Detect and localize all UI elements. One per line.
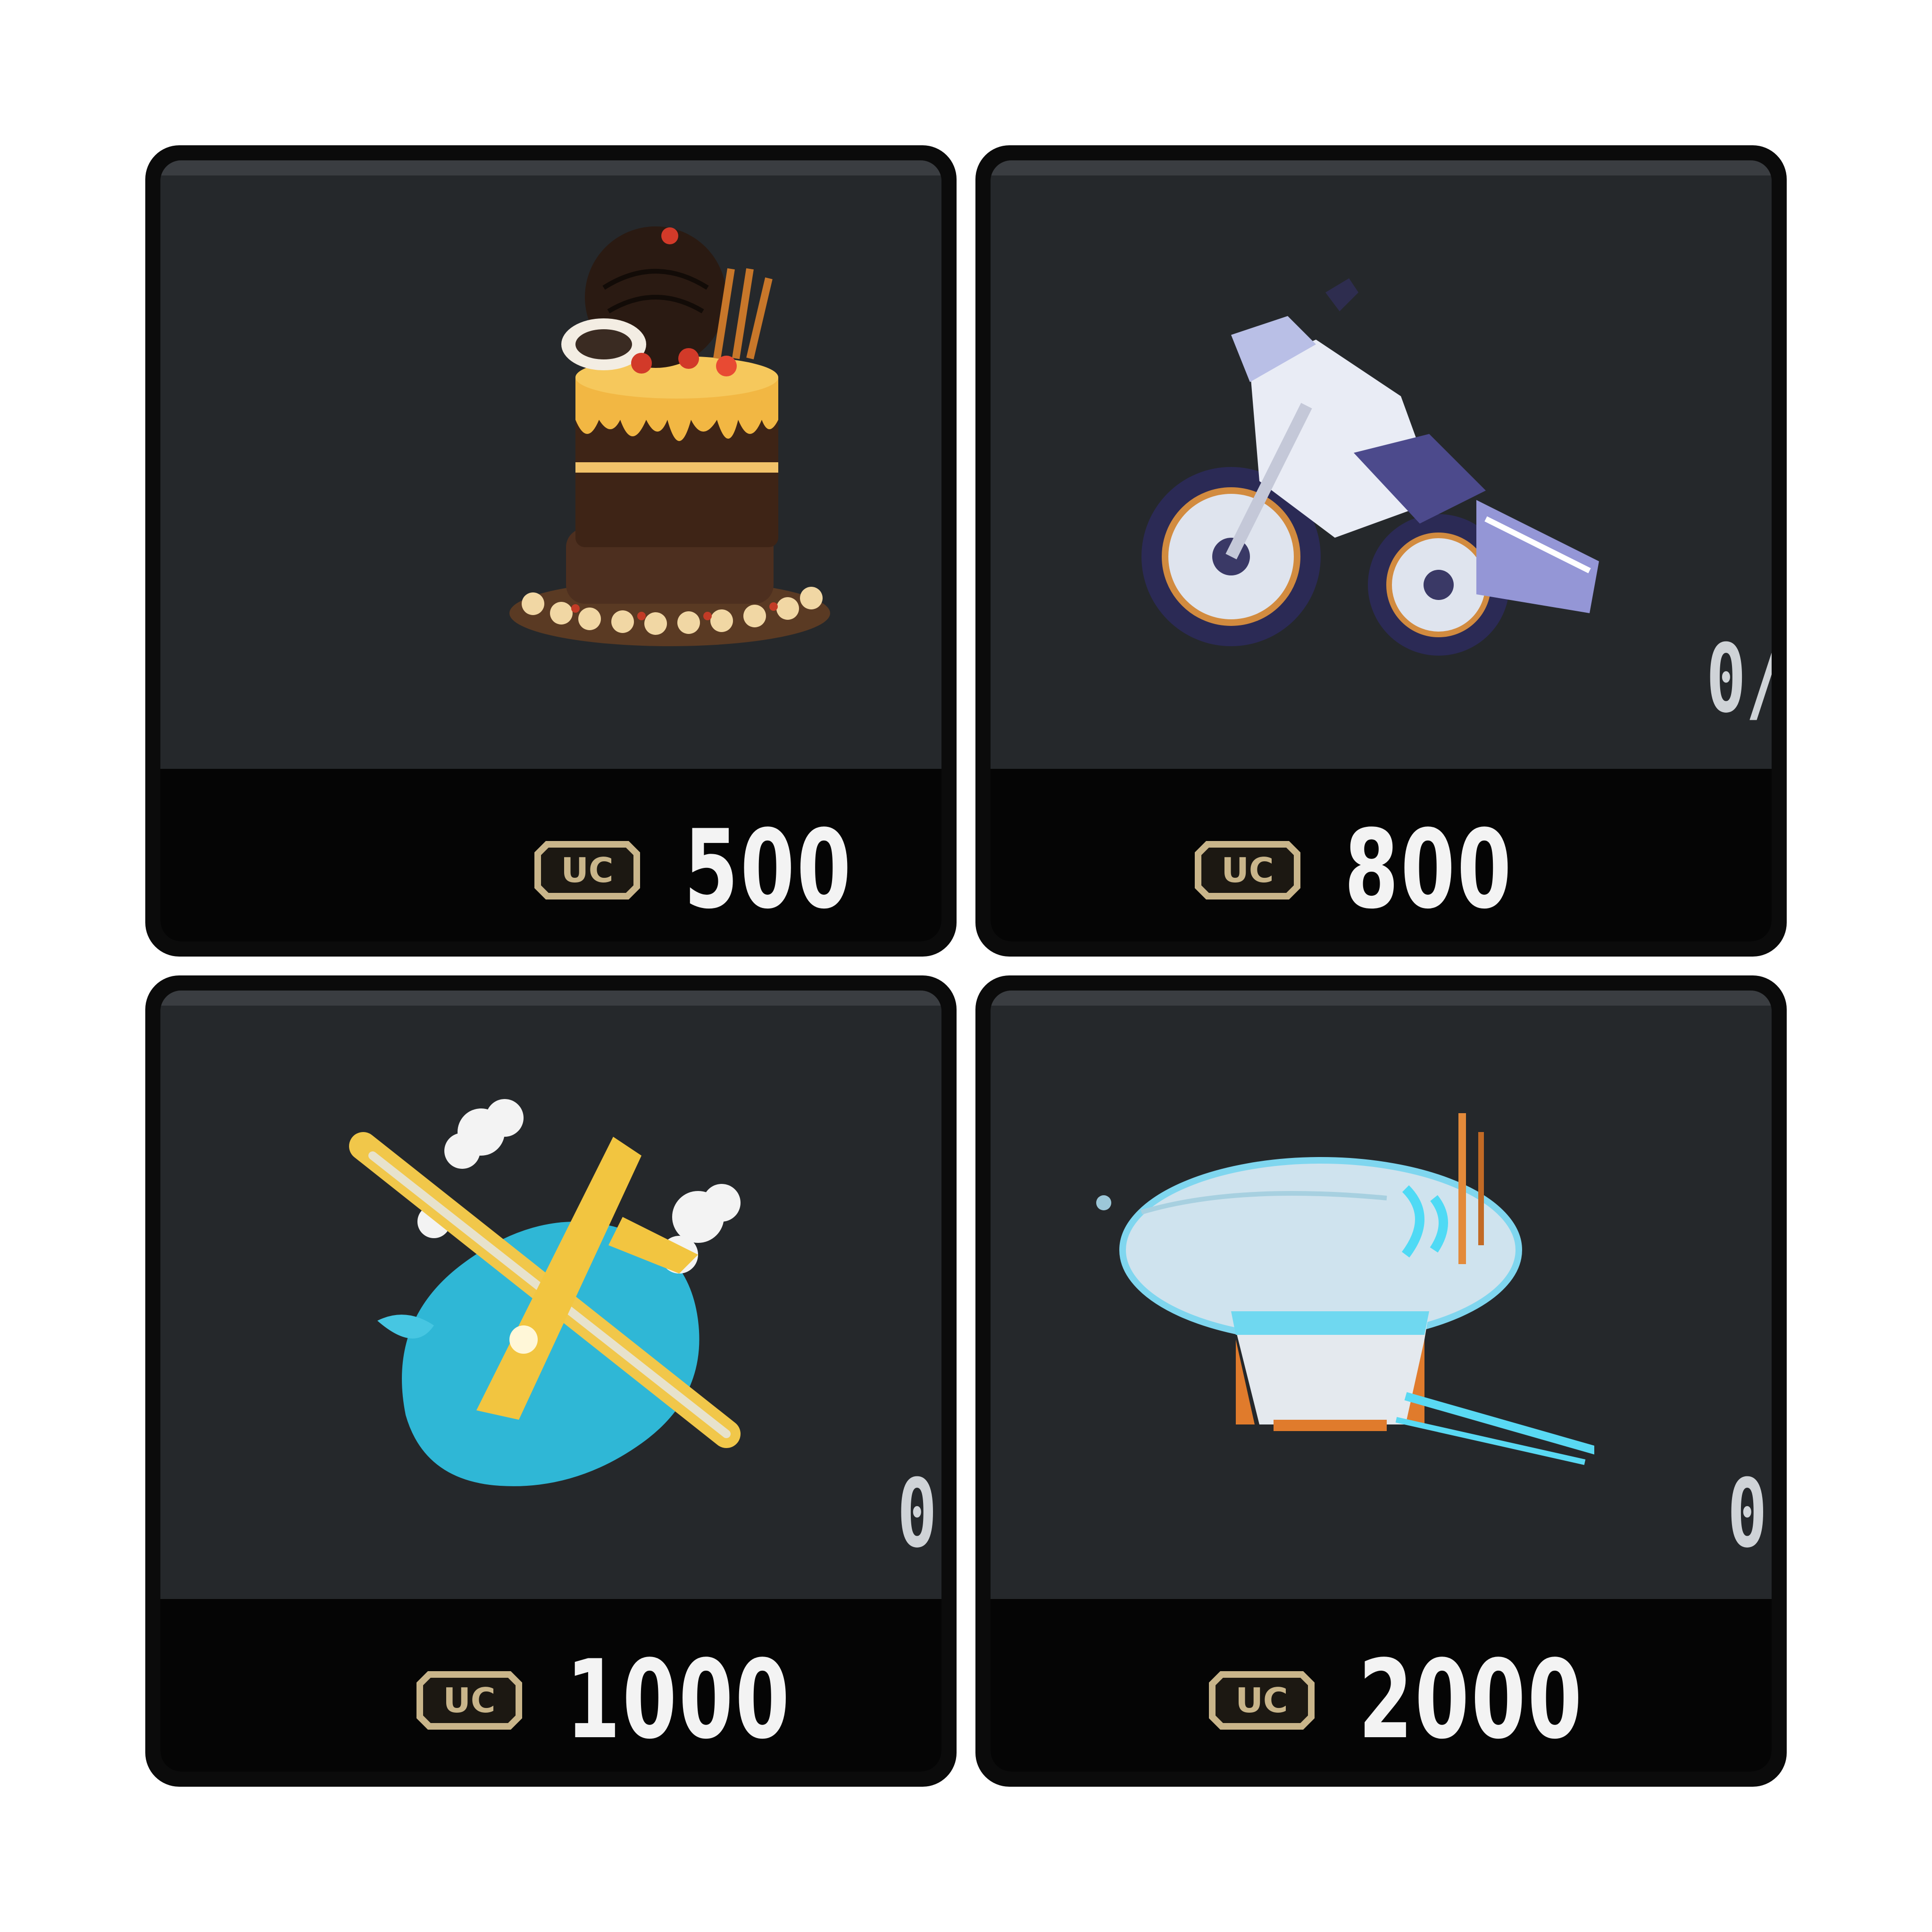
owned-count: 0: [897, 1459, 937, 1569]
item-card: 0 UC 2000: [991, 991, 1772, 1772]
item-card: 0 UC 1000: [160, 991, 941, 1772]
price-bar: UC 2000: [991, 1599, 1772, 1772]
item-tile-motorcycle[interactable]: 0/ UC 800: [975, 145, 1787, 957]
item-tile-airship[interactable]: 0 UC 2000: [975, 975, 1787, 1787]
item-tile-cake[interactable]: UC 500: [145, 145, 957, 957]
cake-icon: [509, 226, 830, 646]
price-value: 1000: [566, 1637, 792, 1763]
item-card: UC 500: [160, 160, 941, 941]
price-bar: UC 800: [991, 769, 1772, 941]
item-preview: [160, 160, 941, 769]
owned-count: 0: [1727, 1459, 1767, 1569]
price-row: UC 800: [1189, 816, 1579, 924]
uc-currency-icon: UC: [534, 841, 640, 899]
item-tile-airplane[interactable]: 0 UC 1000: [145, 975, 957, 1787]
uc-currency-icon: UC: [1209, 1671, 1315, 1730]
price-value: 500: [684, 807, 853, 933]
motorcycle-icon: [1141, 278, 1599, 656]
price-value: 800: [1344, 807, 1514, 933]
item-card: 0/ UC 800: [991, 160, 1772, 941]
svg-text:UC: UC: [1221, 850, 1274, 890]
svg-text:UC: UC: [561, 850, 613, 890]
item-preview: 0: [991, 991, 1772, 1599]
price-value: 2000: [1358, 1637, 1584, 1763]
price-bar: UC 1000: [160, 1599, 941, 1772]
airship-icon: [1096, 1113, 1594, 1465]
uc-currency-icon: UC: [1195, 841, 1300, 899]
owned-count: 0/: [1706, 624, 1772, 734]
price-row: UC 1000: [410, 1646, 879, 1755]
item-preview: 0: [160, 991, 941, 1599]
uc-currency-icon: UC: [416, 1671, 522, 1730]
price-bar: UC 500: [160, 769, 941, 941]
item-preview: 0/: [991, 160, 1772, 769]
price-row: UC 500: [528, 816, 919, 924]
svg-text:UC: UC: [443, 1681, 495, 1720]
airplane-icon: [349, 1099, 741, 1486]
price-row: UC 2000: [1203, 1646, 1672, 1755]
svg-text:UC: UC: [1235, 1681, 1288, 1720]
